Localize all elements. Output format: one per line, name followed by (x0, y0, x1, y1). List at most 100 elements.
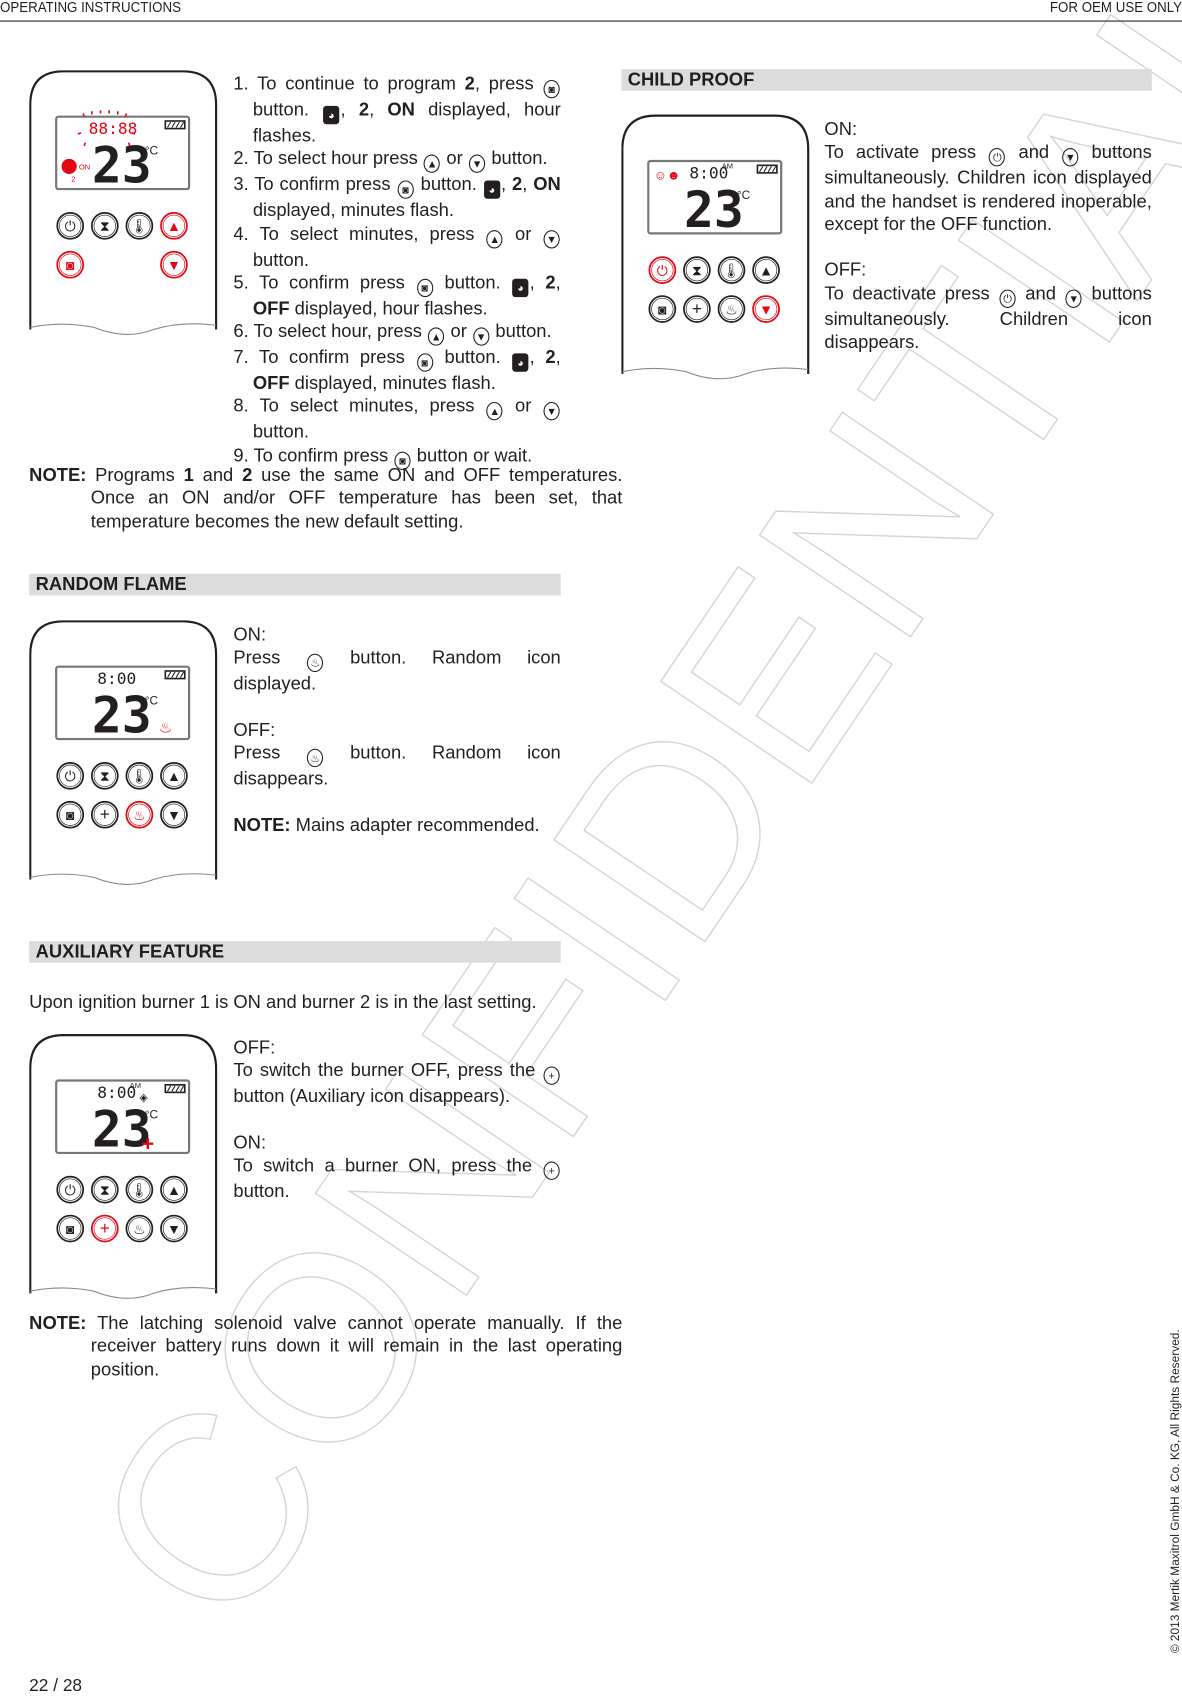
hour-button[interactable]: ⧗ (90, 1175, 119, 1204)
section-title-auxiliary: AUXILIARY FEATURE (29, 941, 561, 963)
down-icon: ▼ (167, 1221, 181, 1237)
down-button[interactable]: ▼ (160, 1214, 188, 1243)
flame-button[interactable]: ♨ (717, 295, 746, 323)
up-button[interactable]: ▲ (160, 211, 188, 240)
program-icon: ◙ (658, 301, 666, 317)
program-button[interactable]: ◙ (56, 250, 85, 279)
hour-icon: ⧗ (100, 218, 110, 234)
paragraph: 2. To select hour press ▲ or ▼ button. (233, 147, 560, 174)
paragraph: ON: (824, 118, 1151, 141)
bold-text: ON (387, 99, 415, 120)
text-run: ON: (824, 118, 858, 140)
text-run: button. (233, 1181, 290, 1202)
auxiliary-icon: + (142, 1131, 155, 1156)
text-run: button. (433, 272, 512, 293)
lcd-temperature: 23 (684, 181, 744, 239)
down-button-icon: ▼ (543, 402, 560, 421)
aux-button[interactable]: + (683, 295, 711, 323)
down-button-icon: ▼ (473, 327, 490, 346)
lcd-temperature: 23 (92, 687, 152, 745)
therm-icon: 🌡 (723, 263, 741, 279)
header-divider (0, 20, 1182, 22)
paragraph: 1. To continue to program 2, press ◙ but… (233, 72, 560, 147)
up-icon: ▲ (759, 263, 773, 279)
bold-text: 2 (358, 99, 370, 120)
paragraph: NOTE: Mains adapter recommended. (233, 813, 560, 836)
flame-button[interactable]: ♨ (125, 1214, 154, 1243)
hour-button[interactable]: ⧗ (683, 256, 711, 284)
auxiliary-intro: Upon ignition burner 1 is ON and burner … (29, 991, 537, 1013)
therm-button[interactable]: 🌡 (125, 1175, 154, 1204)
up-button-icon: ▲ (486, 229, 503, 249)
paragraph (233, 790, 560, 813)
bold-text: OFF (252, 372, 290, 394)
down-button-icon: ▼ (1062, 148, 1079, 167)
power-icon: ⏻ (65, 218, 76, 234)
bold-text: ON (533, 174, 561, 195)
program-button[interactable]: ◙ (56, 1214, 85, 1243)
auxiliary-note: NOTE: The latching solenoid valve cannot… (29, 1312, 622, 1381)
paragraph: 5. To confirm press ◙ button. ◕, 2, OFF … (233, 271, 560, 320)
aux-button[interactable]: + (90, 800, 119, 829)
remote-illustration-auxiliary: 8:00 AM 23 °C + ◈ ⏻ ⧗ 🌡 ▲ ◙ + ♨ ▼ (29, 1034, 219, 1310)
up-button[interactable]: ▲ (160, 761, 188, 790)
program-button[interactable]: ◙ (56, 800, 85, 829)
therm-icon: 🌡 (130, 218, 148, 234)
lcd-temperature: 23 (92, 137, 152, 195)
text-run: OFF: (824, 259, 867, 281)
program-button[interactable]: ◙ (648, 295, 677, 323)
up-icon: ▲ (167, 218, 181, 234)
therm-button[interactable]: 🌡 (125, 761, 154, 790)
paragraph: OFF: (824, 259, 1151, 282)
bold-text: 2 (464, 73, 475, 95)
aux-icon: + (100, 804, 110, 824)
paragraph: ON: (233, 1131, 560, 1154)
power-button[interactable]: ⏻ (56, 761, 85, 790)
text-run: or (441, 148, 468, 169)
section-title-random-flame: RANDOM FLAME (29, 573, 561, 596)
aux-icon: + (692, 298, 702, 318)
therm-button[interactable]: 🌡 (717, 256, 746, 284)
paragraph: 3. To confirm press ◙ button. ◕, 2, ON d… (233, 173, 560, 222)
text-run: , (369, 99, 388, 120)
flame-icon: ♨ (133, 807, 146, 823)
lcd-unit: °C (145, 693, 159, 707)
therm-button[interactable]: 🌡 (125, 211, 154, 240)
remote-illustration-program: 88:88 23 °C ON 2 ⏻ ⧗ 🌡 ▲ ◙ ▼ (29, 70, 219, 346)
program-display-icon: ◕ (483, 180, 500, 200)
program-icon: ◙ (66, 257, 74, 273)
paragraph (233, 695, 560, 718)
text-run: , (555, 272, 561, 293)
paragraph: ON: (233, 623, 560, 646)
lcd-ampm: AM (130, 1081, 141, 1090)
power-icon: ⏻ (65, 1182, 76, 1198)
down-button-icon: ▼ (543, 229, 560, 249)
power-button[interactable]: ⏻ (56, 211, 85, 240)
program-display-icon: ◕ (512, 278, 529, 298)
lcd-time: 8:00 (97, 669, 136, 688)
flame-button[interactable]: ♨ (125, 800, 154, 829)
program-display-icon: ◕ (512, 353, 529, 372)
up-button[interactable]: ▲ (160, 1175, 188, 1204)
text-run: 5. To confirm press (233, 272, 416, 293)
power-button[interactable]: ⏻ (56, 1175, 85, 1204)
text-run: ON: (233, 624, 267, 646)
power-button[interactable]: ⏻ (648, 256, 677, 284)
bold-text: 2 (512, 174, 523, 195)
hour-button[interactable]: ⧗ (90, 211, 119, 240)
lcd-unit: °C (145, 1107, 159, 1121)
down-button[interactable]: ▼ (160, 250, 188, 279)
down-button[interactable]: ▼ (752, 295, 780, 323)
remote-handset: 8:00 AM 23 °C+◈⏻ ⧗ 🌡 ▲◙ + ♨ ▼ (29, 1034, 218, 1299)
hour-button[interactable]: ⧗ (90, 761, 119, 790)
text-run: button or wait. (411, 444, 533, 466)
text-run: button. (252, 99, 323, 120)
down-button[interactable]: ▼ (160, 800, 188, 829)
text-run: button. (433, 347, 512, 368)
paragraph: 6. To select hour, press ▲ or ▼ button. (233, 320, 560, 346)
up-button[interactable]: ▲ (752, 256, 780, 284)
text-run: and (193, 464, 243, 486)
aux-button[interactable]: + (90, 1214, 119, 1243)
text-run: Press (233, 647, 307, 669)
text-run: 6. To select hour, press (233, 321, 428, 342)
